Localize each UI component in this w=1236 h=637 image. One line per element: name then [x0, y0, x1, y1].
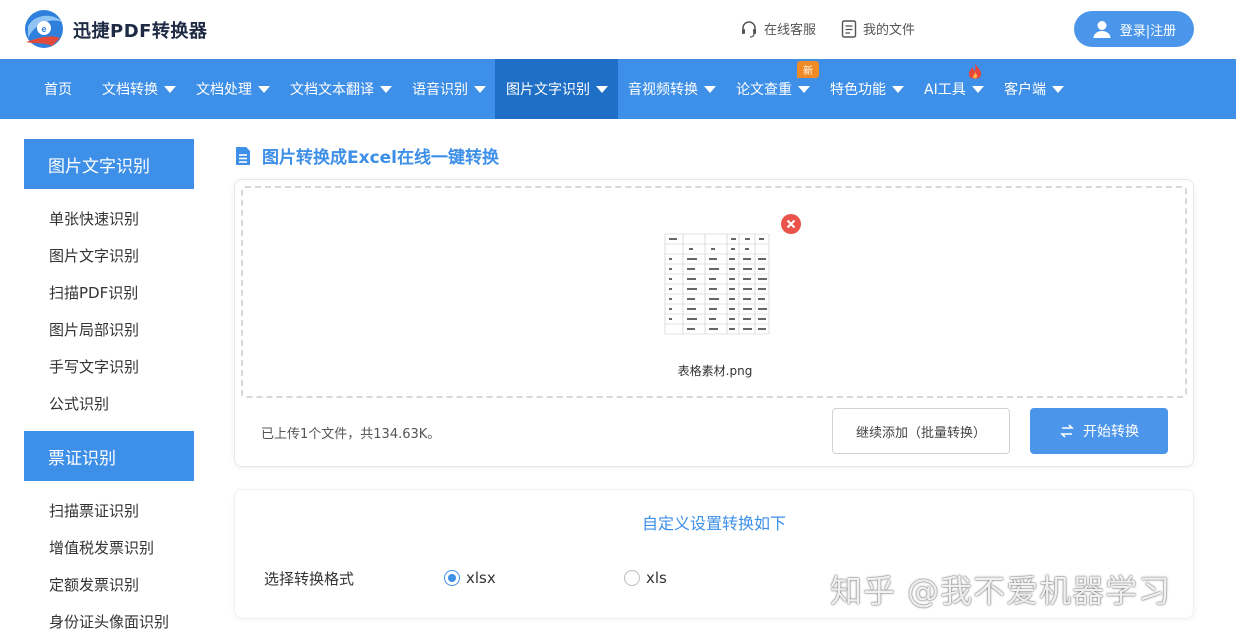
document-icon [841, 19, 857, 38]
upload-dropzone[interactable]: 表格素材.png [241, 186, 1187, 398]
nav-label: AI工具 [924, 82, 966, 98]
caret-down-icon [258, 85, 270, 93]
file-name: 表格素材.png [677, 364, 753, 378]
upload-status-text: 已上传1个文件，共134.63K。 [261, 427, 441, 442]
settings-title: 自定义设置转换如下 [641, 514, 786, 533]
nav-label: 文档文本翻译 [290, 82, 374, 98]
file-thumbnail[interactable] [661, 228, 773, 340]
svg-text:e: e [41, 24, 46, 34]
nav-label: 客户端 [1004, 82, 1046, 98]
sidebar-item-vat-invoice[interactable]: 增值税发票识别 [49, 537, 154, 558]
sidebar-group-ticket-title[interactable]: 票证识别 [24, 431, 194, 481]
headset-icon [742, 20, 756, 38]
nav-item-doc-process[interactable]: 文档处理 [196, 59, 270, 119]
close-icon [786, 219, 796, 229]
my-files-label: 我的文件 [863, 23, 916, 38]
start-convert-button[interactable]: 开始转换 [1030, 408, 1168, 454]
caret-down-icon [704, 85, 716, 93]
remove-file-icon[interactable] [781, 214, 801, 234]
caret-down-icon [892, 85, 904, 93]
nav-label: 图片文字识别 [506, 82, 590, 98]
nav-label: 首页 [44, 82, 72, 98]
nav-item-home[interactable]: 首页 [44, 59, 72, 119]
caret-down-icon [474, 85, 486, 93]
sidebar-item-partial-ocr[interactable]: 图片局部识别 [49, 319, 139, 340]
nav-item-doc-translate[interactable]: 文档文本翻译 [290, 59, 392, 119]
nav-label: 语音识别 [412, 82, 468, 98]
nav-label: 音视频转换 [628, 82, 698, 98]
nav-item-image-ocr[interactable]: 图片文字识别 [495, 59, 618, 119]
brand-name[interactable]: 迅捷PDF转换器 [73, 17, 207, 43]
add-more-files-button[interactable]: 继续添加（批量转换） [832, 408, 1010, 454]
format-radio-xlsx[interactable]: xlsx [444, 569, 496, 587]
format-option-label: xlsx [466, 569, 496, 587]
caret-down-icon [1052, 85, 1064, 93]
new-badge: 新 [797, 61, 819, 78]
nav-label: 论文查重 [736, 82, 792, 98]
login-register-button[interactable]: 登录|注册 [1074, 11, 1194, 47]
format-label: 选择转换格式 [264, 570, 355, 588]
caret-down-icon [380, 85, 392, 93]
main-nav: 首页 文档转换 文档处理 文档文本翻译 语音识别 图片文字识别 音视频转换 论文… [0, 59, 1236, 119]
list-document-icon [236, 146, 250, 165]
nav-label: 文档处理 [196, 82, 252, 98]
caret-down-icon [164, 85, 176, 93]
page-title-text: 图片转换成Excel在线一键转换 [262, 148, 500, 168]
nav-item-speech[interactable]: 语音识别 [412, 59, 486, 119]
caret-down-icon [798, 85, 810, 93]
upload-card: 表格素材.png 已上传1个文件，共134.63K。 继续添加（批量转换） 开始… [234, 179, 1194, 467]
caret-down-icon [596, 85, 608, 93]
my-files-link[interactable]: 我的文件 [841, 19, 915, 38]
online-service-link[interactable]: 在线客服 [740, 19, 816, 38]
brand-logo-icon[interactable]: e [22, 8, 66, 50]
format-option-label: xls [646, 569, 667, 587]
sidebar-group-ocr-title[interactable]: 图片文字识别 [24, 139, 194, 189]
page-title: 图片转换成Excel在线一键转换 [234, 143, 499, 168]
user-icon [1093, 21, 1111, 38]
sidebar-item-scan-ticket[interactable]: 扫描票证识别 [49, 500, 139, 521]
radio-unchecked-icon [624, 570, 640, 586]
nav-item-client[interactable]: 客户端 [1004, 59, 1064, 119]
sidebar-item-fixed-invoice[interactable]: 定额发票识别 [49, 574, 139, 595]
nav-item-doc-convert[interactable]: 文档转换 [102, 59, 176, 119]
fire-icon [968, 63, 982, 79]
nav-label: 文档转换 [102, 82, 158, 98]
login-register-label: 登录|注册 [1119, 23, 1177, 39]
nav-label: 特色功能 [830, 82, 886, 98]
top-header: e 迅捷PDF转换器 在线客服 我的文件 登录|注册 [0, 0, 1236, 59]
nav-item-features[interactable]: 特色功能 [830, 59, 904, 119]
nav-item-av-convert[interactable]: 音视频转换 [628, 59, 716, 119]
start-convert-label: 开始转换 [1083, 424, 1139, 440]
sidebar-item-formula[interactable]: 公式识别 [49, 393, 109, 414]
swap-arrows-icon [1060, 424, 1074, 438]
online-service-label: 在线客服 [764, 23, 817, 38]
sidebar-item-scan-pdf[interactable]: 扫描PDF识别 [49, 282, 138, 303]
format-radio-xls[interactable]: xls [624, 569, 667, 587]
sidebar-item-quick-ocr[interactable]: 单张快速识别 [49, 208, 139, 229]
sidebar-item-image-ocr[interactable]: 图片文字识别 [49, 245, 139, 266]
sidebar-item-id-card[interactable]: 身份证头像面识别 [49, 611, 169, 632]
radio-checked-icon [444, 570, 460, 586]
sidebar-item-handwriting[interactable]: 手写文字识别 [49, 356, 139, 377]
caret-down-icon [971, 85, 984, 93]
watermark: 知乎 @我不爱机器学习 [830, 572, 1172, 610]
